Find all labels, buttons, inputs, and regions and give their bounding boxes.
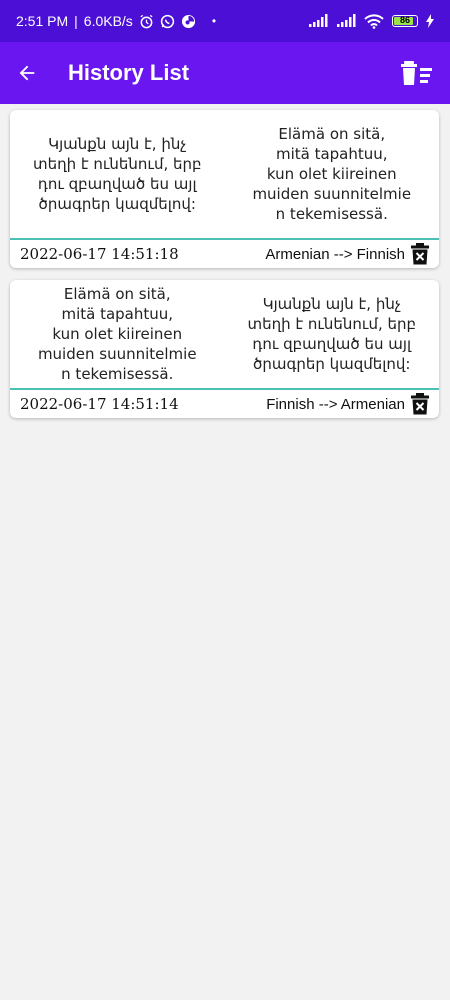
- card-footer: 2022-06-17 14:51:18 Armenian --> Finnish: [10, 240, 439, 268]
- card-body: Կյանքն այն է, ինչ տեղի է ունենում, երբ դ…: [10, 110, 439, 238]
- status-separator: |: [74, 13, 78, 29]
- source-text: Elämä on sitä, mitä tapahtuu, kun olet k…: [37, 285, 197, 383]
- source-text: Կյանքն այն է, ինչ տեղի է ունենում, երբ դ…: [32, 135, 202, 213]
- app-bar: History List: [0, 42, 450, 104]
- battery-icon: 86: [392, 15, 418, 27]
- battery-level: 86: [399, 15, 410, 25]
- history-list: Կյանքն այն է, ինչ տեղի է ունենում, երբ դ…: [10, 110, 439, 430]
- clear-history-button[interactable]: [400, 59, 434, 87]
- signal-icon-1: [308, 14, 328, 28]
- timestamp: 2022-06-17 14:51:14: [20, 395, 179, 413]
- translated-text: Elämä on sitä, mitä tapahtuu, kun olet k…: [252, 125, 412, 223]
- timestamp: 2022-06-17 14:51:18: [20, 245, 179, 263]
- card-body: Elämä on sitä, mitä tapahtuu, kun olet k…: [10, 280, 439, 388]
- delete-entry-button[interactable]: [411, 393, 429, 415]
- back-button[interactable]: [16, 62, 38, 84]
- delete-forever-icon: [411, 393, 429, 415]
- status-right: 86: [308, 13, 434, 29]
- signal-icon-2: [336, 14, 356, 28]
- page-title: History List: [68, 60, 190, 85]
- arrow-left-icon: [19, 65, 35, 81]
- alarm-icon: [139, 14, 154, 29]
- delete-sweep-icon: [401, 61, 432, 85]
- status-dot: •: [211, 14, 217, 28]
- history-card[interactable]: Կյանքն այն է, ինչ տեղի է ունենում, երբ դ…: [10, 110, 439, 268]
- history-card[interactable]: Elämä on sitä, mitä tapahtuu, kun olet k…: [10, 280, 439, 418]
- whatsapp-icon: [160, 14, 175, 29]
- delete-forever-icon: [411, 243, 429, 265]
- status-time: 2:51 PM: [16, 13, 69, 29]
- translated-text: Կյանքն այն է, ինչ տեղի է ունենում, երբ դ…: [247, 295, 417, 373]
- language-direction: Armenian --> Finnish: [265, 245, 405, 263]
- language-direction: Finnish --> Armenian: [266, 395, 405, 413]
- status-speed: 6.0KB/s: [83, 13, 133, 29]
- app-notification-icon: [181, 14, 196, 29]
- status-bar: 2:51 PM | 6.0KB/s • 86: [0, 0, 450, 42]
- charging-icon: [426, 14, 434, 28]
- card-footer: 2022-06-17 14:51:14 Finnish --> Armenian: [10, 390, 439, 418]
- status-left: 2:51 PM | 6.0KB/s •: [16, 13, 216, 29]
- wifi-icon: [364, 13, 384, 29]
- delete-entry-button[interactable]: [411, 243, 429, 265]
